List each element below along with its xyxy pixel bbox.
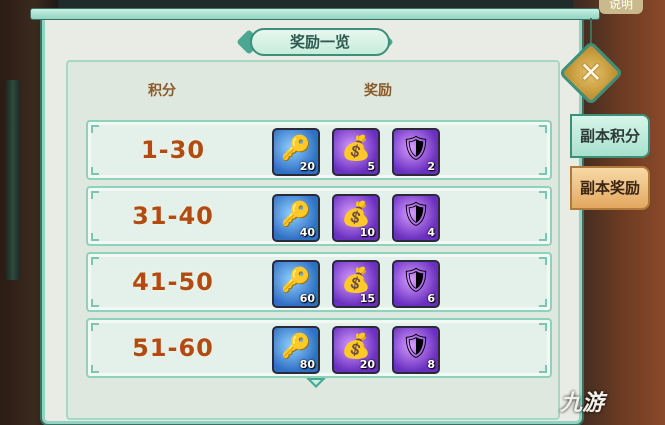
item-count: 15 bbox=[359, 292, 375, 305]
blue-orb-key-icon[interactable]: 🔑 60 bbox=[272, 260, 320, 308]
reward-row: 41-50 🔑 60 💰 15 🛡 6 bbox=[86, 252, 552, 312]
panel-top-bar bbox=[30, 8, 600, 20]
item-count: 40 bbox=[299, 226, 315, 239]
item-count: 60 bbox=[299, 292, 315, 305]
scroll-down-arrow-inner bbox=[311, 380, 321, 385]
help-button[interactable]: 说明 bbox=[599, 0, 643, 14]
score-range: 51-60 bbox=[132, 334, 214, 362]
column-header-score: 积分 bbox=[148, 83, 176, 99]
background-pillar bbox=[6, 80, 20, 280]
item-count: 6 bbox=[427, 292, 435, 305]
tab-instance-reward[interactable]: 副本奖励 bbox=[570, 166, 650, 210]
panel-title: 奖励一览 bbox=[289, 33, 350, 51]
item-count: 5 bbox=[367, 160, 375, 173]
item-count: 80 bbox=[299, 358, 315, 371]
blue-orb-key-icon[interactable]: 🔑 40 bbox=[272, 194, 320, 242]
gold-treasure-chest-icon[interactable]: 💰 15 bbox=[332, 260, 380, 308]
reward-row: 51-60 🔑 80 💰 20 🛡 8 bbox=[86, 318, 552, 378]
panel-title-banner: 奖励一览 bbox=[250, 28, 390, 56]
score-range: 1-30 bbox=[140, 136, 206, 164]
blue-orb-key-icon[interactable]: 🔑 20 bbox=[272, 128, 320, 176]
item-count: 20 bbox=[299, 160, 315, 173]
tab-instance-score[interactable]: 副本积分 bbox=[570, 114, 650, 158]
item-count: 2 bbox=[427, 160, 435, 173]
score-range: 31-40 bbox=[132, 202, 214, 230]
column-header-reward: 奖励 bbox=[364, 83, 392, 99]
score-range: 41-50 bbox=[132, 268, 214, 296]
gold-treasure-chest-icon[interactable]: 💰 5 bbox=[332, 128, 380, 176]
reward-row: 31-40 🔑 40 💰 10 🛡 4 bbox=[86, 186, 552, 246]
gold-treasure-chest-icon[interactable]: 💰 20 bbox=[332, 326, 380, 374]
dark-armor-icon[interactable]: 🛡 8 bbox=[392, 326, 440, 374]
item-count: 4 bbox=[427, 226, 435, 239]
dark-armor-icon[interactable]: 🛡 4 bbox=[392, 194, 440, 242]
dark-armor-icon[interactable]: 🛡 2 bbox=[392, 128, 440, 176]
item-count: 10 bbox=[359, 226, 375, 239]
item-count: 8 bbox=[427, 358, 435, 371]
gold-treasure-chest-icon[interactable]: 💰 10 bbox=[332, 194, 380, 242]
dark-armor-icon[interactable]: 🛡 6 bbox=[392, 260, 440, 308]
reward-row: 1-30 🔑 20 💰 5 🛡 2 bbox=[86, 120, 552, 180]
close-icon[interactable]: ✕ bbox=[568, 50, 614, 96]
blue-orb-key-icon[interactable]: 🔑 80 bbox=[272, 326, 320, 374]
watermark-logo: 九游 bbox=[560, 391, 605, 416]
item-count: 20 bbox=[359, 358, 375, 371]
